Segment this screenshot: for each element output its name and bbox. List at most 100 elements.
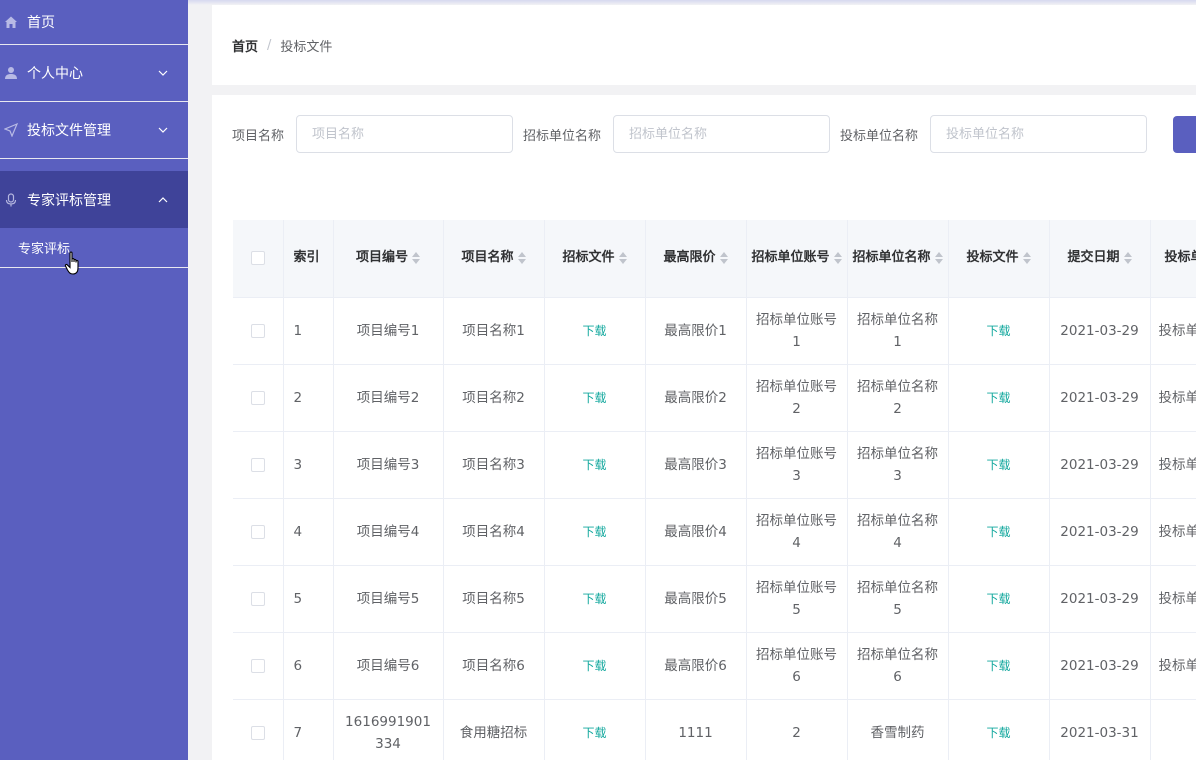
download-bid-link[interactable]: 下载	[986, 391, 1010, 405]
col-header-bid-file[interactable]: 投标文件	[948, 220, 1050, 298]
sort-icon[interactable]	[934, 251, 943, 264]
project-name-label: 项目名称	[232, 128, 285, 144]
download-tender-link[interactable]: 下载	[582, 726, 606, 740]
cell-name: 食用糖招标	[443, 699, 545, 760]
table-row: 4 项目编号4 项目名称4 下载 最高限价4 招标单位账号4 招标单位名称4 下…	[233, 498, 1196, 566]
cell-tender-account: 招标单位账号1	[746, 297, 848, 365]
sidebar-item-label: 投标文件管理	[27, 123, 111, 139]
download-tender-link[interactable]: 下载	[582, 525, 606, 539]
download-bid-link[interactable]: 下载	[986, 726, 1010, 740]
cell-name: 项目名称2	[443, 364, 545, 432]
cell-max-price: 最高限价6	[645, 632, 747, 700]
sort-icon[interactable]	[517, 251, 526, 264]
download-bid-link[interactable]: 下载	[986, 592, 1010, 606]
cell-max-price: 最高限价5	[645, 565, 747, 633]
hand-cursor-icon	[64, 251, 79, 275]
col-header-max-price[interactable]: 最高限价	[645, 220, 747, 298]
cell-bid-account: 投标单位账号1	[1150, 297, 1196, 365]
cell-tender-account: 招标单位账号3	[746, 431, 848, 499]
chevron-down-icon	[158, 70, 168, 76]
search-form: 项目名称 招标单位名称 投标单位名称	[232, 115, 1157, 153]
col-header-code[interactable]: 项目编号	[333, 220, 444, 298]
sort-icon[interactable]	[719, 251, 728, 264]
cell-date: 2021-03-29	[1049, 632, 1151, 700]
user-icon	[3, 65, 19, 81]
search-button[interactable]	[1173, 116, 1196, 153]
cell-index: 2	[283, 364, 334, 432]
row-checkbox[interactable]	[250, 725, 265, 740]
cell-max-price: 最高限价2	[645, 364, 747, 432]
col-header-tender-account[interactable]: 招标单位账号	[746, 220, 848, 298]
sort-icon[interactable]	[618, 251, 627, 264]
cell-name: 项目名称5	[443, 565, 545, 633]
download-tender-link[interactable]: 下载	[582, 324, 606, 338]
cell-max-price: 最高限价3	[645, 431, 747, 499]
cell-max-price: 最高限价4	[645, 498, 747, 566]
breadcrumb-separator: /	[267, 37, 272, 53]
col-header-name[interactable]: 项目名称	[443, 220, 545, 298]
sidebar-item-profile[interactable]: 个人中心	[0, 45, 188, 102]
download-tender-link[interactable]: 下载	[582, 592, 606, 606]
cell-date: 2021-03-31	[1049, 699, 1151, 760]
select-all-checkbox[interactable]	[250, 250, 265, 265]
col-header-bid-account[interactable]: 投标单位账号	[1150, 220, 1196, 298]
sort-icon[interactable]	[1022, 251, 1031, 264]
row-checkbox[interactable]	[250, 323, 265, 338]
col-header-tender-unit[interactable]: 招标单位名称	[847, 220, 949, 298]
cell-tender-account: 招标单位账号5	[746, 565, 848, 633]
sidebar: 首页 个人中心 投标文件管理 专家评标管理 专家评标	[0, 0, 188, 760]
cell-index: 6	[283, 632, 334, 700]
sort-icon[interactable]	[412, 251, 420, 264]
download-bid-link[interactable]: 下载	[986, 659, 1010, 673]
sort-icon[interactable]	[1123, 251, 1132, 264]
row-checkbox[interactable]	[250, 591, 265, 606]
download-tender-link[interactable]: 下载	[582, 458, 606, 472]
bid-unit-label: 投标单位名称	[840, 128, 919, 144]
sidebar-item-label: 专家评标管理	[27, 192, 111, 209]
sidebar-item-home[interactable]: 首页	[0, 0, 188, 45]
project-name-input[interactable]	[296, 115, 514, 153]
cell-tender-account: 招标单位账号6	[746, 632, 848, 700]
cell-code: 1616991901334	[333, 699, 444, 760]
row-checkbox[interactable]	[250, 524, 265, 539]
sidebar-item-bid-files[interactable]: 投标文件管理	[0, 102, 188, 159]
bid-unit-input[interactable]	[930, 115, 1148, 153]
row-checkbox[interactable]	[250, 390, 265, 405]
microphone-icon	[3, 192, 19, 208]
cell-name: 项目名称3	[443, 431, 545, 499]
cell-tender-account: 招标单位账号4	[746, 498, 848, 566]
col-header-tender-file[interactable]: 招标文件	[544, 220, 646, 298]
col-header-date[interactable]: 提交日期	[1049, 220, 1151, 298]
cell-name: 项目名称4	[443, 498, 545, 566]
table-row: 7 1616991901334 食用糖招标 下载 1111 2 香雪制药 下载 …	[233, 699, 1196, 760]
sidebar-item-expert-review[interactable]: 专家评标管理	[0, 171, 188, 228]
sort-icon[interactable]	[833, 251, 842, 264]
sidebar-subitem-expert-review[interactable]: 专家评标	[0, 228, 188, 268]
download-tender-link[interactable]: 下载	[582, 391, 606, 405]
cell-tender-unit: 招标单位名称5	[847, 565, 949, 633]
table-header-row: 索引 项目编号 项目名称 招标文件 最高限价 招标单位账号 招标单位名称 投标文…	[233, 220, 1196, 298]
row-checkbox[interactable]	[250, 457, 265, 472]
download-bid-link[interactable]: 下载	[986, 525, 1010, 539]
table-row: 3 项目编号3 项目名称3 下载 最高限价3 招标单位账号3 招标单位名称3 下…	[233, 431, 1196, 499]
select-all-cell	[233, 220, 284, 298]
cell-tender-unit: 香雪制药	[847, 699, 949, 760]
cell-date: 2021-03-29	[1049, 297, 1151, 365]
chevron-up-icon	[158, 196, 168, 202]
breadcrumb-home[interactable]: 首页	[232, 36, 258, 55]
tender-unit-input[interactable]	[613, 115, 831, 153]
cell-index: 4	[283, 498, 334, 566]
cell-code: 项目编号6	[333, 632, 444, 700]
download-bid-link[interactable]: 下载	[986, 324, 1010, 338]
cell-tender-unit: 招标单位名称4	[847, 498, 949, 566]
download-tender-link[interactable]: 下载	[582, 659, 606, 673]
tender-unit-label: 招标单位名称	[523, 128, 602, 144]
home-icon	[3, 14, 19, 30]
download-bid-link[interactable]: 下载	[986, 458, 1010, 472]
cell-date: 2021-03-29	[1049, 431, 1151, 499]
cell-index: 7	[283, 699, 334, 760]
cell-bid-account: 投标单位账号5	[1150, 565, 1196, 633]
cell-tender-account: 2	[746, 699, 848, 760]
main-content: 项目名称 招标单位名称 投标单位名称 索引 项目编号 项目名称 招标文件 最高限…	[212, 95, 1196, 760]
row-checkbox[interactable]	[250, 658, 265, 673]
